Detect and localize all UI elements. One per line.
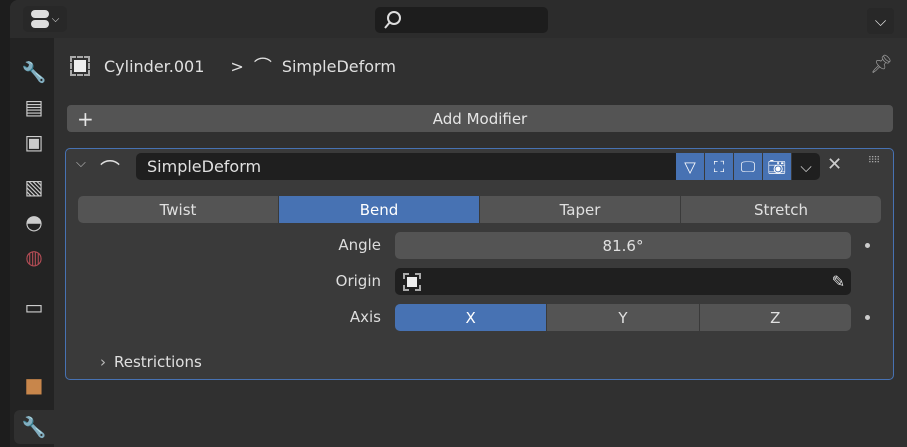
angle-label: Angle (338, 236, 381, 254)
modifier-menu-button[interactable]: ⌵ (792, 153, 820, 180)
simple-deform-icon: ⌒ (100, 158, 120, 182)
axis-button-x[interactable]: X (395, 304, 547, 331)
sidebar-tab-modifiers[interactable]: 🔧 (14, 410, 54, 444)
options-dropdown-button[interactable]: ⌵ (867, 8, 894, 34)
pin-icon[interactable]: 📌︎ (870, 54, 893, 75)
sidebar-tab-tool[interactable]: 🔧 (14, 55, 54, 89)
collection-icon: ▭ (24, 295, 44, 319)
sidebar-tab-render[interactable]: ▤ (14, 90, 54, 124)
breadcrumb-modifier: SimpleDeform (281, 56, 396, 76)
world-icon: ◍ (25, 245, 43, 269)
mode-button-bend[interactable]: Bend (279, 196, 479, 223)
sidebar-tab-world[interactable]: ◍ (14, 240, 54, 274)
cage-icon[interactable]: ⛶ (705, 153, 733, 180)
view-layer-icon: ▧ (24, 175, 44, 199)
output-icon: ▣ (24, 130, 44, 154)
render-icon[interactable]: 📷︎ (763, 153, 791, 180)
sidebar-tab-collection[interactable]: ▭ (14, 290, 54, 324)
add-modifier-button[interactable]: + Add Modifier (67, 105, 893, 132)
origin-field[interactable]: ✎ (395, 268, 851, 295)
search-icon (384, 11, 401, 29)
render-icon: ▤ (24, 95, 44, 119)
modifier-toggles: ▽ ⛶ 🖵 📷︎ ⌵ (676, 153, 820, 180)
mode-selector: Twist Bend Taper Stretch (78, 196, 881, 223)
modifier-name: SimpleDeform (147, 157, 262, 176)
object-icon (70, 56, 90, 76)
axis-selector: XYZ (395, 304, 851, 331)
modifier-panel (65, 148, 894, 380)
plus-icon: + (77, 106, 94, 131)
viewport-icon[interactable]: 🖵 (734, 153, 762, 180)
axis-label: Axis (349, 308, 381, 326)
breadcrumb-object: Cylinder.001 (104, 56, 205, 76)
breadcrumb: Cylinder.001 > ⌒ SimpleDeform (70, 53, 396, 79)
origin-label: Origin (335, 272, 381, 290)
modifier-name-input[interactable]: SimpleDeform (136, 153, 676, 180)
chevron-down-icon: ⌵ (51, 13, 60, 25)
sidebar-tab-object[interactable]: ■ (14, 368, 54, 402)
add-modifier-label: Add Modifier (432, 109, 528, 128)
scene-icon: ◓ (25, 210, 43, 234)
edit-mode-icon[interactable]: ▽ (676, 153, 704, 180)
axis-button-y[interactable]: Y (547, 304, 699, 331)
mode-button-stretch[interactable]: Stretch (681, 196, 881, 223)
editor-type-button[interactable]: ⌵ (23, 6, 67, 32)
properties-editor-icon (30, 10, 49, 28)
breadcrumb-separator: > (230, 56, 244, 76)
mode-button-twist[interactable]: Twist (78, 196, 278, 223)
sidebar-tab-output[interactable]: ▣ (14, 125, 54, 159)
axis-button-z[interactable]: Z (699, 304, 851, 331)
angle-value: 81.6° (602, 236, 644, 255)
restrictions-subpanel[interactable]: › Restrictions (100, 353, 202, 371)
sidebar-tab-scene[interactable]: ◓ (14, 205, 54, 239)
object-icon (403, 272, 421, 291)
wrench-icon: 🔧 (21, 415, 47, 439)
collapse-chevron-icon[interactable]: ⌵ (76, 156, 86, 171)
mode-button-taper[interactable]: Taper (480, 196, 680, 223)
wrench-screwdriver-icon: 🔧 (21, 60, 47, 84)
keyframe-dot[interactable] (865, 315, 870, 320)
sidebar-tab-view-layer[interactable]: ▧ (14, 170, 54, 204)
object-icon: ■ (24, 373, 44, 397)
eyedropper-icon[interactable]: ✎ (832, 272, 845, 291)
simple-deform-icon: ⌒ (253, 57, 272, 78)
chevron-right-icon: › (100, 353, 106, 371)
drag-handle-icon[interactable]: ⠿⠿ (868, 156, 880, 166)
remove-modifier-button[interactable]: ✕ (827, 154, 842, 175)
keyframe-dot[interactable] (865, 243, 870, 248)
search-input[interactable] (375, 7, 548, 33)
restrictions-label: Restrictions (114, 353, 202, 371)
angle-field[interactable]: 81.6° (395, 232, 851, 259)
